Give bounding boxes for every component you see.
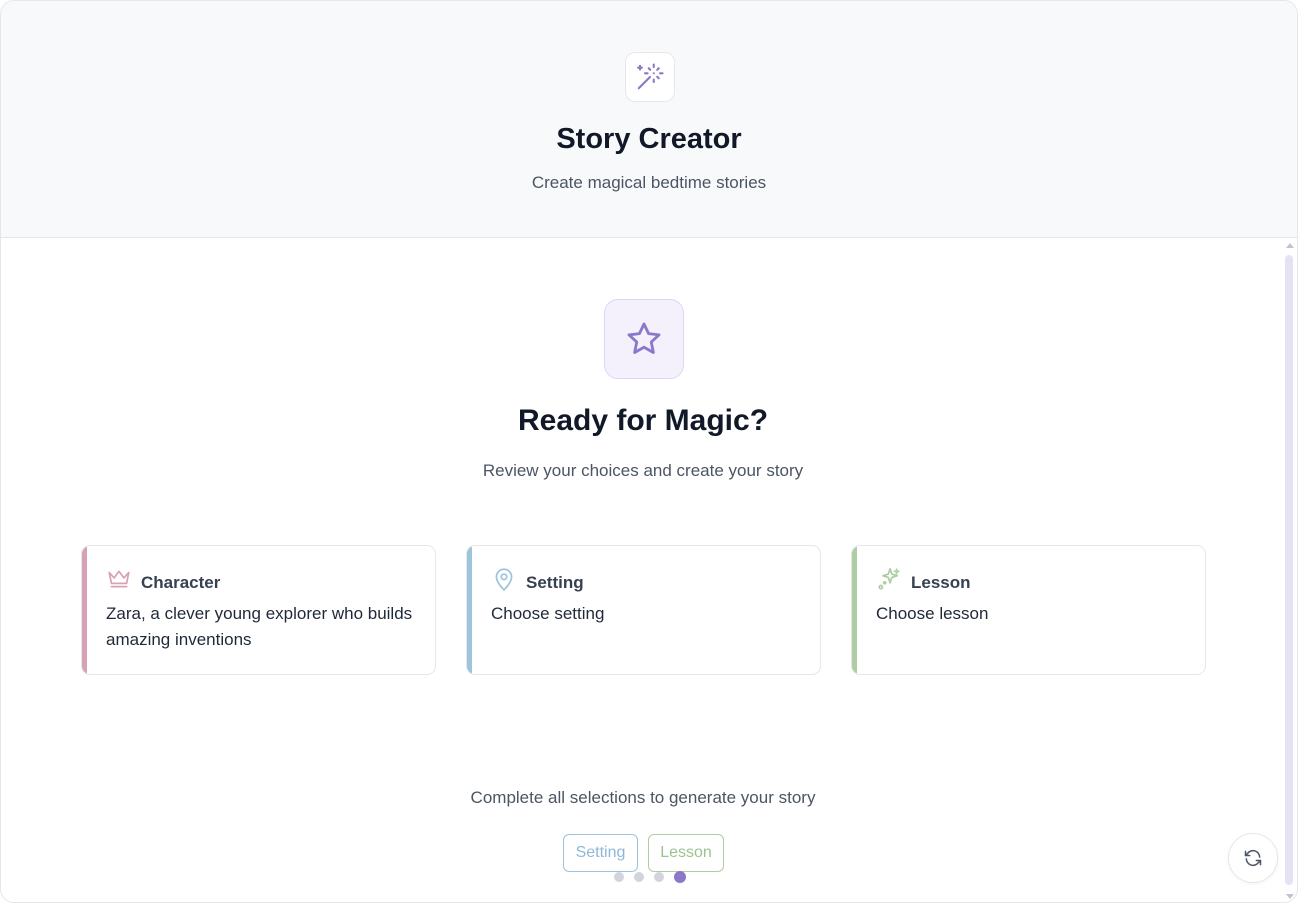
step-dot[interactable] — [614, 872, 624, 882]
card-value: Zara, a clever young explorer who builds… — [106, 604, 413, 649]
magic-wand-icon — [637, 63, 664, 90]
scroll-down-arrow[interactable] — [1286, 894, 1294, 899]
missing-lesson-chip[interactable]: Lesson — [648, 834, 724, 872]
step-dot-active[interactable] — [674, 871, 686, 883]
card-header: Lesson — [876, 566, 971, 592]
card-value: Choose setting — [491, 604, 605, 623]
crown-icon — [106, 566, 132, 592]
review-panel: Ready for Magic? Review your choices and… — [1, 239, 1285, 902]
card-accent — [467, 546, 472, 674]
scroll-thumb[interactable] — [1285, 255, 1293, 885]
card-title: Setting — [526, 573, 584, 592]
star-icon — [627, 322, 661, 354]
app-window: Story Creator Create magical bedtime sto… — [0, 0, 1298, 903]
refresh-button[interactable] — [1228, 833, 1278, 883]
setting-card[interactable]: Setting Choose setting — [466, 545, 821, 675]
scroll-up-arrow[interactable] — [1286, 243, 1294, 248]
scrollbar[interactable] — [1284, 243, 1294, 899]
lesson-card[interactable]: Lesson Choose lesson — [851, 545, 1206, 675]
card-value: Choose lesson — [876, 604, 989, 623]
card-accent — [82, 546, 87, 674]
hero-subtitle: Review your choices and create your stor… — [482, 461, 804, 480]
header: Story Creator Create magical bedtime sto… — [1, 1, 1297, 238]
refresh-icon — [1244, 849, 1262, 867]
app-subtitle: Create magical bedtime stories — [531, 173, 767, 192]
step-indicator — [614, 871, 686, 883]
card-accent — [852, 546, 857, 674]
character-card[interactable]: Character Zara, a clever young explorer … — [81, 545, 436, 675]
status-message: Complete all selections to generate your… — [470, 788, 816, 807]
card-header: Character — [106, 566, 220, 592]
step-dot[interactable] — [634, 872, 644, 882]
hero-icon-box — [604, 299, 684, 379]
card-title: Character — [141, 573, 221, 592]
map-pin-icon — [491, 566, 517, 592]
card-title: Lesson — [911, 573, 971, 592]
missing-setting-chip[interactable]: Setting — [563, 834, 638, 872]
hero-title: Ready for Magic? — [517, 404, 769, 437]
logo — [625, 52, 675, 102]
step-dot[interactable] — [654, 872, 664, 882]
card-header: Setting — [491, 566, 584, 592]
app-title: Story Creator — [556, 123, 742, 155]
sparkles-icon — [876, 566, 902, 592]
